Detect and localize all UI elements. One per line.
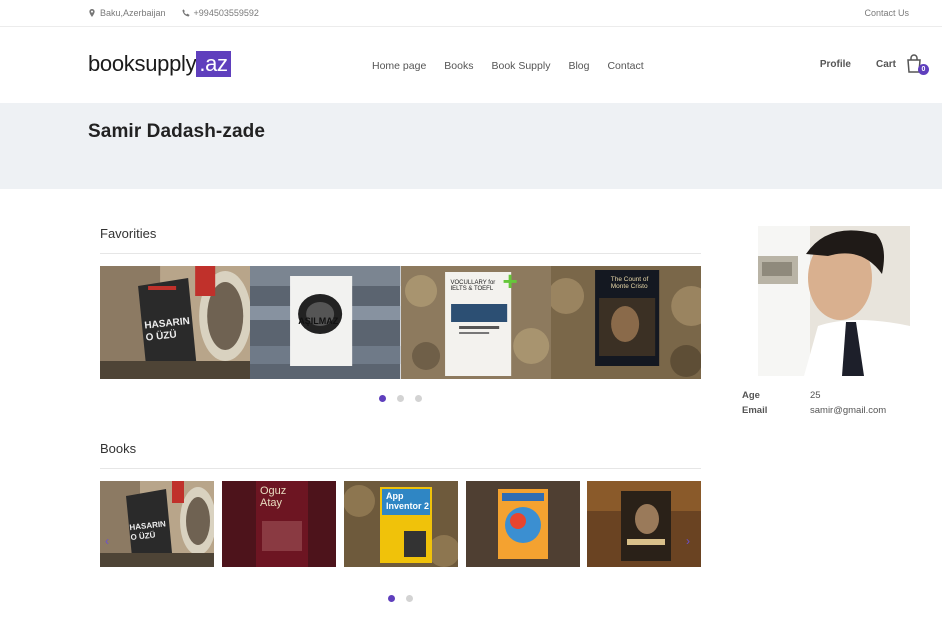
books-divider <box>100 468 701 469</box>
book-item-4[interactable] <box>466 481 580 567</box>
book-cover-text-4: The Count of Monte Cristo <box>610 276 649 290</box>
phone-info: +994503559592 <box>182 8 259 18</box>
logo-main-text: booksupply <box>88 51 197 76</box>
book-cover-text: HASARIN O ÜZÜ <box>129 519 167 543</box>
book-photo-4 <box>466 481 580 567</box>
page-title-band: Samir Dadash-zade <box>0 103 942 189</box>
books-title: Books <box>100 441 137 456</box>
location-text: Baku,Azerbaijan <box>100 8 166 18</box>
cart-button[interactable]: 0 <box>906 54 929 75</box>
books-pagination <box>388 595 413 602</box>
email-label: Email <box>742 405 768 416</box>
book-photo-5 <box>587 481 701 567</box>
books-dot-2[interactable] <box>406 595 413 602</box>
contact-us-link[interactable]: Contact Us <box>864 8 909 18</box>
profile-link[interactable]: Profile <box>820 59 851 70</box>
favorites-divider <box>100 253 701 254</box>
nav-home-page[interactable]: Home page <box>372 60 426 72</box>
favorites-dot-3[interactable] <box>415 395 422 402</box>
top-bar: Baku,Azerbaijan +994503559592 Contact Us <box>0 0 942 27</box>
book-item-3[interactable]: App Inventor 2 <box>344 481 458 567</box>
header-actions: Profile Cart 0 <box>820 54 929 75</box>
location-info: Baku,Azerbaijan <box>88 8 166 18</box>
book-cover-text-2: AŞILMAZ <box>298 316 339 326</box>
nav-contact[interactable]: Contact <box>607 60 643 72</box>
cart-link[interactable]: Cart <box>876 59 896 70</box>
nav-blog[interactable]: Blog <box>568 60 589 72</box>
favorites-dot-1[interactable] <box>379 395 386 402</box>
age-value: 25 <box>810 390 821 401</box>
favorites-dot-2[interactable] <box>397 395 404 402</box>
main-nav: Home page Books Book Supply Blog Contact <box>372 60 644 72</box>
book-cover-text-3: VOCULLARY for IELTS & TOEFL <box>450 280 496 292</box>
favorite-slide-2[interactable]: AŞILMAZ <box>250 266 401 379</box>
page-title: Samir Dadash-zade <box>88 121 265 142</box>
age-label: Age <box>742 390 760 401</box>
book-item-1[interactable]: HASARIN O ÜZÜ <box>100 481 214 567</box>
books-next-arrow[interactable]: › <box>686 534 690 548</box>
profile-avatar <box>758 226 910 376</box>
profile-photo <box>758 226 910 376</box>
books-dot-1[interactable] <box>388 595 395 602</box>
favorites-slider[interactable]: HASARIN O ÜZÜ AŞILMAZ VOCULLARY for IELT… <box>100 266 701 379</box>
cart-count-badge: 0 <box>918 64 929 75</box>
location-pin-icon <box>89 9 95 17</box>
favorites-title: Favorities <box>100 226 157 241</box>
favorite-slide-3[interactable]: VOCULLARY for IELTS & TOEFL + <box>400 266 551 379</box>
top-bar-left: Baku,Azerbaijan +994503559592 <box>88 8 259 18</box>
plus-cursor-icon: + <box>502 266 518 296</box>
favorite-slide-1[interactable]: HASARIN O ÜZÜ <box>100 266 251 379</box>
book-item-5[interactable] <box>587 481 701 567</box>
logo-tld-text: .az <box>196 51 231 77</box>
favorite-slide-4[interactable]: The Count of Monte Cristo <box>550 266 701 379</box>
email-value: samir@gmail.com <box>810 405 887 416</box>
book-item-2[interactable]: Oguz Atay <box>222 481 336 567</box>
main-header: booksupply .az Home page Books Book Supp… <box>0 28 942 103</box>
site-logo[interactable]: booksupply .az <box>88 51 231 77</box>
phone-icon <box>182 9 190 17</box>
nav-book-supply[interactable]: Book Supply <box>491 60 550 72</box>
phone-text: +994503559592 <box>193 8 259 18</box>
book-cover-text: Oguz Atay <box>260 485 287 509</box>
books-prev-arrow[interactable]: ‹ <box>105 534 109 548</box>
nav-books[interactable]: Books <box>444 60 473 72</box>
favorites-pagination <box>379 395 422 402</box>
books-carousel[interactable]: HASARIN O ÜZÜ Oguz Atay App Inventor 2 ‹… <box>100 481 701 567</box>
book-cover-text: App Inventor 2 <box>386 491 430 511</box>
